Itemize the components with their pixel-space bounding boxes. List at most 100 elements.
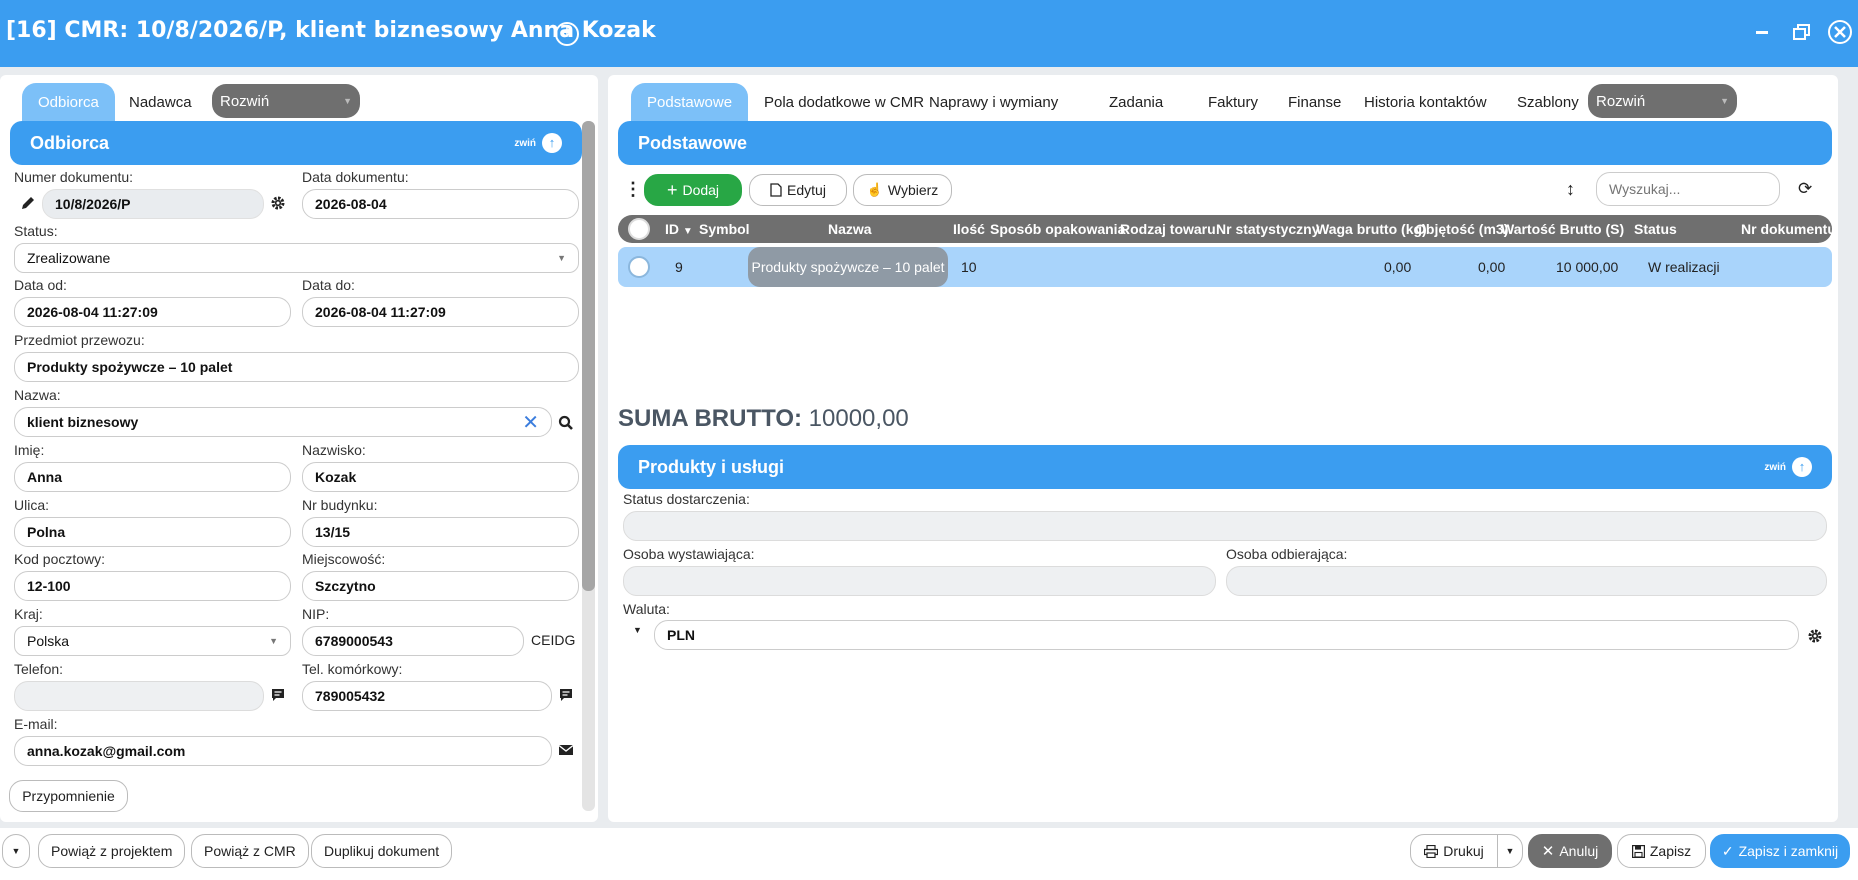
miejscowosc-field[interactable]: Szczytno [302,571,579,601]
status-select[interactable]: Zrealizowane ▼ [14,243,579,273]
tab-historia-kontaktow[interactable]: Historia kontaktów [1348,83,1503,121]
osoba-wystawiajaca-field[interactable] [623,566,1216,596]
col-status[interactable]: Status [1634,215,1677,243]
sms-icon[interactable] [270,687,286,703]
sms-icon[interactable] [558,687,574,703]
tel-komorkowy-field[interactable]: 789005432 [302,681,552,711]
osoba-odbierajaca-field[interactable] [1226,566,1827,596]
expand-tabs-dropdown[interactable]: Rozwiń ▼ [212,84,360,118]
label-waluta: Waluta: [623,601,670,617]
scrollbar-thumb[interactable] [582,121,595,591]
kraj-select[interactable]: Polska ▼ [14,626,291,656]
przedmiot-field[interactable]: Produkty spożywcze – 10 palet [14,352,579,382]
section-header-produkty: Produkty i usługi zwiń ↑ [618,445,1832,489]
tab-podstawowe[interactable]: Podstawowe [631,83,749,121]
add-button[interactable]: + Dodaj [644,174,742,206]
data-od-field[interactable]: 2026-08-04 11:27:09 [14,297,291,327]
print-dropdown-button[interactable]: ▼ [1497,834,1523,868]
expand-tabs-dropdown[interactable]: Rozwiń ▼ [1588,84,1737,118]
reminder-button[interactable]: Przypomnienie [9,780,128,812]
resize-vertical-icon[interactable]: ↕ [1566,179,1575,200]
refresh-icon[interactable]: ⟳ [1798,179,1812,199]
data-do-field[interactable]: 2026-08-04 11:27:09 [302,297,579,327]
col-sposob-opakowania[interactable]: Sposób opakowania [990,215,1125,243]
collapse-toggle[interactable]: zwiń ↑ [1764,457,1812,477]
col-nazwa[interactable]: Nazwa [828,215,872,243]
table-row[interactable]: 9 Produkty spożywcze – 10 palet 10 0,00 … [618,247,1832,287]
telefon-field[interactable] [14,681,264,711]
link-cmr-button[interactable]: Powiąż z CMR [191,834,309,868]
tab-zadania[interactable]: Zadania [1093,83,1179,121]
edit-button[interactable]: Edytuj [749,174,847,206]
close-icon: ✕ [1541,843,1555,860]
print-button[interactable]: Drukuj [1410,834,1498,868]
col-wartosc-brutto[interactable]: Wartość Brutto (S) [1501,215,1624,243]
add-label: Dodaj [682,182,720,198]
nr-budynku-field[interactable]: 13/15 [302,517,579,547]
chevron-down-icon[interactable]: ▼ [633,625,642,635]
col-nr-statystyczny[interactable]: Nr statystyczny [1216,215,1320,243]
col-ilosc[interactable]: Ilość [953,215,985,243]
print-label: Drukuj [1443,843,1484,859]
ceidg-link[interactable]: CEIDG [531,632,575,648]
cell-wartosc: 10 000,00 [1556,259,1619,275]
duplicate-document-button[interactable]: Duplikuj dokument [311,834,453,868]
minimize-icon[interactable] [1748,18,1776,46]
col-id[interactable]: ID ▼ [665,215,693,246]
col-nr-dokumentu[interactable]: Nr dokumentu [1741,215,1836,243]
save-button[interactable]: Zapisz [1617,834,1706,868]
save-and-close-button[interactable]: ✓ Zapisz i zamknij [1710,834,1850,868]
numer-dokumentu-field[interactable]: 10/8/2026/P [42,189,264,219]
more-options-button[interactable]: ▼ [2,834,30,868]
clear-x-icon[interactable]: ✕ [522,410,539,435]
pencil-icon[interactable] [18,193,38,213]
status-dostarczenia-field[interactable] [623,511,1827,541]
section-title: Odbiorca [30,132,110,153]
tab-odbiorca[interactable]: Odbiorca [22,83,115,121]
more-vertical-icon[interactable]: ⋮ [624,179,642,199]
data-dokumentu-field[interactable]: 2026-08-04 [302,189,579,219]
tab-faktury[interactable]: Faktury [1192,83,1274,121]
chevron-down-icon: ▼ [557,253,566,263]
gear-icon[interactable] [268,193,288,213]
cancel-label: Anuluj [1559,843,1599,859]
envelope-icon[interactable] [558,742,574,758]
restore-icon[interactable] [1788,18,1816,46]
nazwisko-field[interactable]: Kozak [302,462,579,492]
select-all-checkbox[interactable] [628,218,650,240]
tab-finanse[interactable]: Finanse [1272,83,1357,121]
col-objetosc[interactable]: Objętość (m3) [1415,215,1508,243]
choose-button[interactable]: ☝ Wybierz [853,174,952,206]
nazwa-field[interactable]: klient biznesowy ✕ [14,407,552,437]
ulica-field[interactable]: Polna [14,517,291,547]
label-email: E-mail: [14,716,58,732]
row-select-radio[interactable] [628,256,650,278]
close-circle-icon[interactable] [1826,18,1854,46]
cancel-button[interactable]: ✕ Anuluj [1528,834,1612,868]
tab-pola-dodatkowe[interactable]: Pola dodatkowe w CMR [748,83,940,121]
label-osoba-wystawiajaca: Osoba wystawiająca: [623,546,755,562]
chevron-down-icon: ▼ [1720,96,1729,106]
label-status-dostarczenia: Status dostarczenia: [623,491,750,507]
search-input[interactable] [1596,172,1780,206]
waluta-field[interactable]: PLN [654,620,1799,650]
gear-icon[interactable] [1805,626,1825,646]
link-project-button[interactable]: Powiąż z projektem [38,834,186,868]
collapse-toggle[interactable]: zwiń ↑ [514,133,562,153]
footer-bar: ▼ Powiąż z projektem Powiąż z CMR Duplik… [0,828,1858,880]
col-symbol[interactable]: Symbol [699,215,750,243]
tab-naprawy[interactable]: Naprawy i wymiany [913,83,1074,121]
tab-szablony[interactable]: Szablony [1501,83,1595,121]
col-waga-brutto[interactable]: Waga brutto (kg) [1316,215,1427,243]
scrollbar[interactable] [582,121,595,811]
imie-field[interactable]: Anna [14,462,291,492]
col-rodzaj-towaru[interactable]: Rodzaj towaru [1120,215,1216,243]
nip-field[interactable]: 6789000543 [302,626,524,656]
collapse-label: zwiń [514,137,536,149]
tab-nadawca[interactable]: Nadawca [113,83,208,121]
email-field[interactable]: anna.kozak@gmail.com [14,736,552,766]
kod-pocztowy-field[interactable]: 12-100 [14,571,291,601]
search-icon[interactable] [556,413,576,433]
label-osoba-odbierajaca: Osoba odbierająca: [1226,546,1348,562]
plus-circle-icon[interactable]: + [555,22,579,46]
